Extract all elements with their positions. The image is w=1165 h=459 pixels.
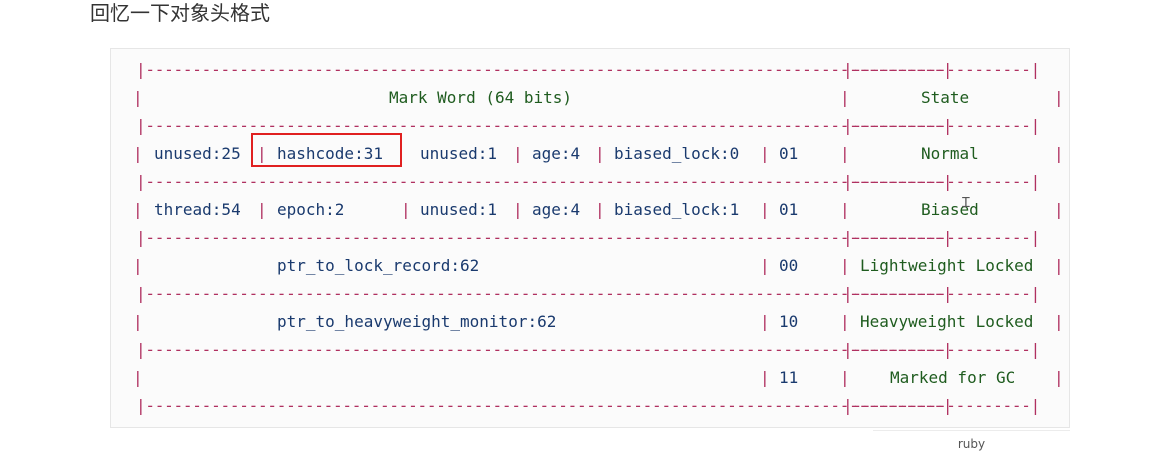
separator-line-right: |-------------------|	[843, 396, 1041, 415]
row-border-right: |	[1054, 88, 1064, 107]
hashcode-highlight	[251, 133, 402, 167]
row-border-right: |	[1054, 200, 1064, 219]
separator-line-right: |-------------------|	[843, 172, 1041, 191]
row-border-mid: |	[840, 256, 850, 275]
row-border-left: |	[133, 256, 143, 275]
state-label: Marked for GC	[890, 368, 1016, 387]
row-border-left: |	[133, 144, 143, 163]
row-border-left: |	[133, 368, 143, 387]
state-label: Normal	[921, 144, 979, 163]
separator-line-left: |---------------------------------------…	[136, 172, 953, 191]
code-language-label[interactable]: ruby	[873, 430, 1070, 459]
field-biased-lock: biased_lock:1	[614, 200, 740, 219]
separator-line-right: |-------------------|	[843, 60, 1041, 79]
separator-line-right: |-------------------|	[843, 228, 1041, 247]
row-border-mid: |	[840, 144, 850, 163]
cell-divider: |	[401, 200, 411, 219]
separator-line-left: |---------------------------------------…	[136, 228, 953, 247]
row-border-mid: |	[840, 88, 850, 107]
field-biased-lock: biased_lock:0	[614, 144, 740, 163]
field-ptr-to-lock-record: ptr_to_lock_record:62	[277, 256, 480, 275]
field-age: age:4	[532, 144, 581, 163]
row-border-left: |	[133, 312, 143, 331]
field-ptr-to-heavyweight-monitor: ptr_to_heavyweight_monitor:62	[277, 312, 557, 331]
row-border-mid: |	[840, 200, 850, 219]
row-border-left: |	[133, 200, 143, 219]
separator-line-left: |---------------------------------------…	[136, 396, 953, 415]
state-label: Heavyweight Locked	[860, 312, 1034, 331]
cell-divider: |	[760, 256, 770, 275]
cell-divider: |	[760, 368, 770, 387]
cell-divider: |	[595, 144, 605, 163]
field-unused: unused:1	[420, 200, 498, 219]
cell-divider: |	[257, 200, 267, 219]
state-label: Biased	[921, 200, 979, 219]
field-unused: unused:25	[154, 144, 241, 163]
row-border-right: |	[1054, 144, 1064, 163]
lock-bits: 10	[779, 312, 799, 331]
field-epoch: epoch:2	[277, 200, 345, 219]
field-unused: unused:1	[420, 144, 498, 163]
header-mark-word: Mark Word (64 bits)	[389, 88, 573, 107]
row-border-mid: |	[840, 312, 850, 331]
cell-divider: |	[595, 200, 605, 219]
separator-line-left: |---------------------------------------…	[136, 340, 953, 359]
separator-line-right: |-------------------|	[843, 284, 1041, 303]
row-border-mid: |	[840, 368, 850, 387]
cell-divider: |	[760, 200, 770, 219]
separator-line-left: |---------------------------------------…	[136, 60, 953, 79]
separator-line-right: |-------------------|	[843, 116, 1041, 135]
field-age: age:4	[532, 200, 581, 219]
cell-divider: |	[760, 144, 770, 163]
section-heading: 回忆一下对象头格式	[90, 1, 270, 25]
cell-divider: |	[513, 144, 523, 163]
row-border-right: |	[1054, 312, 1064, 331]
lock-bits: 11	[779, 368, 799, 387]
header-state: State	[921, 88, 970, 107]
lock-bits: 00	[779, 256, 799, 275]
separator-line-left: |---------------------------------------…	[136, 284, 953, 303]
lock-bits: 01	[779, 144, 799, 163]
row-border-right: |	[1054, 368, 1064, 387]
lock-bits: 01	[779, 200, 799, 219]
row-border-right: |	[1054, 256, 1064, 275]
separator-line-right: |-------------------|	[843, 340, 1041, 359]
cell-divider: |	[513, 200, 523, 219]
text-cursor-icon: Ɪ	[962, 195, 970, 211]
field-thread: thread:54	[154, 200, 241, 219]
row-border-left: |	[133, 88, 143, 107]
cell-divider: |	[760, 312, 770, 331]
state-label: Lightweight Locked	[860, 256, 1034, 275]
